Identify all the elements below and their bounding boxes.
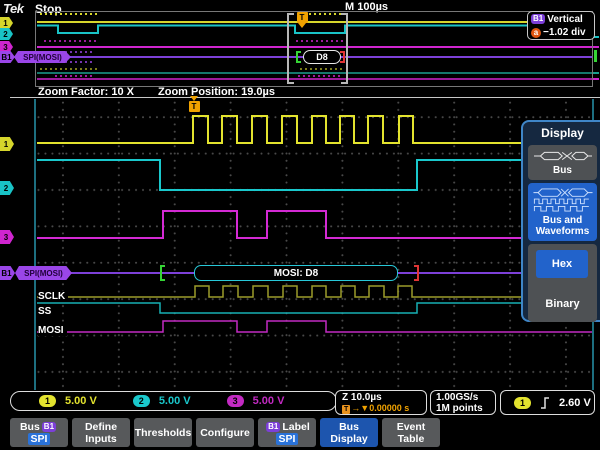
trigger-readout: 1 2.60 V <box>500 390 595 415</box>
channel-marker-3-6: 3 <box>0 230 14 244</box>
channel-3-scale-readout: 3 5.00 V <box>227 395 285 407</box>
horizontal-readout: Z 10.0µs T→▼0.00000 s <box>335 390 427 415</box>
binary-button[interactable]: Binary <box>528 298 597 310</box>
channel-marker-1-0: 1 <box>0 17 13 29</box>
menu-button-bus[interactable]: BusB1SPI <box>10 418 68 447</box>
channel-3-badge: 3 <box>227 395 244 407</box>
rising-edge-icon <box>540 397 550 409</box>
bus-decode-box-0: D8 <box>303 50 341 64</box>
packet-bracket-open <box>287 13 294 84</box>
b1-badge: B1 <box>266 422 280 432</box>
graticule <box>35 99 594 390</box>
bus-icon <box>534 150 592 162</box>
edge-marker-3 <box>594 50 597 62</box>
trigger-marker-pointer-1 <box>190 96 198 101</box>
trigger-level-value: 2.60 V <box>559 397 591 409</box>
record-length: 1M points <box>436 403 495 414</box>
menu-button-event-table[interactable]: Event Table <box>382 418 440 447</box>
trigger-position-value: 0.00000 s <box>369 403 409 413</box>
vertical-badge-title: Vertical <box>547 14 583 25</box>
channel-marker-2-1: 2 <box>0 28 13 40</box>
edge-marker-4 <box>593 72 599 74</box>
digital-label-ss: SS <box>38 306 54 317</box>
trigger-marker-pointer-0 <box>298 23 306 28</box>
hex-button[interactable]: Hex <box>536 250 588 278</box>
zoom-separator-line <box>10 97 600 98</box>
trigger-marker-1: T <box>189 101 200 112</box>
channel-2-scale-readout: 2 5.00 V <box>133 395 191 407</box>
trigger-source-badge: 1 <box>514 397 531 409</box>
trigger-arrow-icon: →▼ <box>351 403 369 413</box>
trigger-marker-0: T <box>297 12 308 23</box>
packet-bracket-close <box>340 51 345 63</box>
menu-button-thresholds[interactable]: Thresholds <box>134 418 192 447</box>
zoom-window-left-edge <box>34 99 36 390</box>
channel-3-scale-value: 5.00 V <box>253 395 285 407</box>
acquisition-readout: 1.00GS/s 1M points <box>430 390 496 415</box>
display-menu-title: Display <box>528 126 597 140</box>
bus-decode-box-1: MOSI: D8 <box>194 265 398 281</box>
packet-bracket-open <box>160 265 165 281</box>
menu-button-define[interactable]: DefineInputs <box>72 418 130 447</box>
zoom-scale-readout: Z 10.0µs <box>342 392 426 403</box>
digital-label-sclk: SCLK <box>38 291 68 302</box>
bus-label-pill-1: SPI(MOSI) <box>15 266 72 280</box>
bus-label-pill-0: SPI(MOSI) <box>14 51 71 63</box>
digital-label-mosi: MOSI <box>38 325 67 336</box>
menu-button-label[interactable]: B1LabelSPI <box>258 418 316 447</box>
display-side-menu: Display Bus Bus and Waveforms Hex <box>521 120 600 322</box>
sample-rate: 1.00GS/s <box>436 392 495 403</box>
bus-format-section: Hex Binary <box>528 244 597 322</box>
channel-marker-1-4: 1 <box>0 137 14 151</box>
channel-marker-2-5: 2 <box>0 181 14 195</box>
channel-1-scale-readout: 1 5.00 V <box>39 395 97 407</box>
tek-logo: Tek <box>3 1 23 16</box>
menu-item-bus[interactable]: Bus <box>528 145 597 180</box>
menu-item-bus-and-waveforms-label: Bus and Waveforms <box>530 215 595 237</box>
b1-badge: B1 <box>531 14 545 24</box>
channel-marker-B1-7: B1 <box>0 266 15 280</box>
vertical-badge-value: −1.02 div <box>543 27 586 38</box>
packet-bracket-open <box>296 51 301 63</box>
channel-2-scale-value: 5.00 V <box>159 395 191 407</box>
channel-marker-B1-3: B1 <box>0 51 15 63</box>
trigger-t-icon: T <box>342 405 350 414</box>
channel-readout-bar: 1 5.00 V 2 5.00 V 3 5.00 V <box>10 391 337 411</box>
bus-vertical-badge: B1Vertical a−1.02 div <box>527 11 595 40</box>
trigger-position-readout: T→▼0.00000 s <box>342 403 426 414</box>
menu-button-configure[interactable]: Configure <box>196 418 254 447</box>
menu-button-bus-display[interactable]: Bus Display <box>320 418 378 447</box>
channel-1-badge: 1 <box>39 395 56 407</box>
multipurpose-knob-a-icon: a <box>531 28 541 38</box>
menu-item-bus-label: Bus <box>553 165 572 176</box>
acquisition-overview-window <box>35 11 593 87</box>
channel-1-scale-value: 5.00 V <box>65 395 97 407</box>
bottom-soft-menu: BusB1SPIDefineInputsThresholdsConfigureB… <box>10 418 440 447</box>
menu-item-bus-and-waveforms[interactable]: Bus and Waveforms <box>528 183 597 241</box>
edge-marker-2 <box>593 46 599 48</box>
oscilloscope-screen: Tek Stop M 100µs B1Vertical a−1.02 div Z… <box>0 0 600 450</box>
packet-bracket-close <box>414 265 419 281</box>
packet-bracket-close <box>341 13 348 84</box>
edge-marker-5 <box>593 78 599 80</box>
bus-and-waveforms-icon <box>533 188 593 212</box>
channel-2-badge: 2 <box>133 395 150 407</box>
b1-badge: B1 <box>42 422 56 432</box>
